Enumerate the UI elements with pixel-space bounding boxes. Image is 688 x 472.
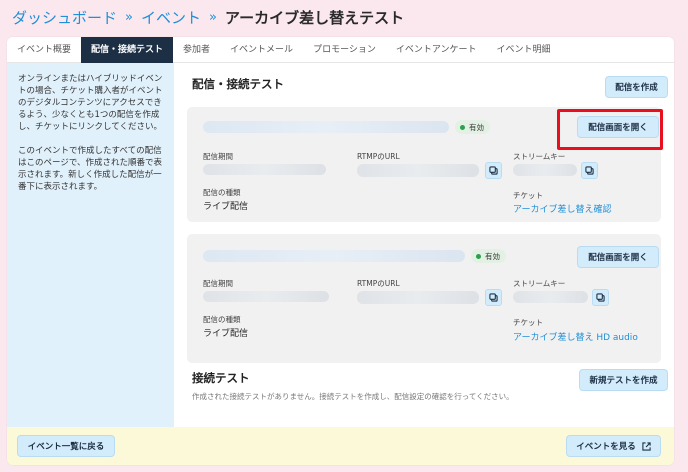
breadcrumb-event-link[interactable]: イベント (141, 7, 201, 28)
stream-type-label: 配信の種類 (203, 315, 241, 324)
status-badge: 有効 (455, 120, 490, 134)
tab-participants[interactable]: 参加者 (173, 37, 220, 63)
open-stream-button[interactable]: 配信画面を開く (577, 116, 659, 138)
status-dot (460, 124, 465, 130)
copy-stream-key-button[interactable] (592, 289, 609, 306)
tab-bar: イベント概要 配信・接続テスト 参加者 イベントメール プロモーション イベント… (7, 37, 674, 63)
stream-type-value: ライブ配信 (203, 329, 249, 339)
status-label: 有効 (485, 251, 500, 261)
tab-overview[interactable]: イベント概要 (7, 37, 81, 63)
ticket-link[interactable]: アーカイブ差し替え HD audio (513, 330, 638, 343)
breadcrumb-separator: » (125, 9, 133, 25)
connection-test-title: 接続テスト (192, 371, 250, 385)
copy-stream-key-button[interactable] (581, 162, 598, 179)
tab-statement[interactable]: イベント明細 (487, 37, 561, 63)
stream-title-blurred (203, 250, 465, 262)
tab-event-mail[interactable]: イベントメール (220, 37, 303, 63)
back-to-events-button[interactable]: イベント一覧に戻る (17, 435, 115, 457)
main-content: 配信・接続テスト 配信を作成 有効 配信画面を開く 配信期間 RTMPのURL … (174, 63, 674, 427)
copy-icon (585, 166, 594, 175)
breadcrumb-dashboard-link[interactable]: ダッシュボード (12, 7, 117, 28)
stream-type-value: ライブ配信 (203, 202, 249, 212)
status-dot (476, 253, 481, 259)
copy-icon (596, 293, 605, 302)
stream-type-label: 配信の種類 (203, 188, 241, 197)
tab-survey[interactable]: イベントアンケート (386, 37, 487, 63)
period-label: 配信期間 (203, 152, 233, 161)
status-label: 有効 (469, 122, 484, 132)
breadcrumb: ダッシュボード » イベント » アーカイブ差し替えテスト (12, 6, 404, 28)
open-stream-button[interactable]: 配信画面を開く (577, 246, 659, 268)
help-text: このイベントで作成したすべての配信はこのページで、作成された順番で表示されます。… (18, 146, 162, 192)
copy-icon (489, 293, 498, 302)
page-title: アーカイブ差し替えテスト (224, 8, 405, 27)
rtmp-url-blurred (357, 291, 479, 304)
tab-streaming[interactable]: 配信・接続テスト (81, 37, 174, 63)
copy-rtmp-button[interactable] (485, 289, 502, 306)
new-connection-test-button[interactable]: 新規テストを作成 (579, 369, 668, 391)
view-event-label: イベントを見る (576, 442, 636, 452)
connection-test-empty-message: 作成された接続テストがありません。接続テストを作成し、配信設定の確認を行ってくだ… (192, 392, 514, 401)
stream-key-blurred (513, 291, 588, 303)
stream-key-blurred (513, 164, 577, 176)
event-panel: イベント概要 配信・接続テスト 参加者 イベントメール プロモーション イベント… (7, 37, 674, 465)
stream-title-blurred (203, 121, 449, 133)
breadcrumb-separator: » (209, 9, 217, 25)
footer-bar: イベント一覧に戻る イベントを見る (7, 427, 674, 465)
period-value-blurred (203, 164, 326, 175)
rtmp-url-label: RTMPのURL (357, 152, 400, 161)
ticket-label: チケット (513, 318, 543, 327)
create-stream-button[interactable]: 配信を作成 (605, 76, 668, 98)
period-label: 配信期間 (203, 279, 233, 288)
status-badge: 有効 (471, 249, 506, 263)
streams-section-title: 配信・接続テスト (192, 77, 284, 91)
ticket-link[interactable]: アーカイブ差し替え確認 (513, 202, 611, 215)
help-sidebar: オンラインまたはハイブリッドイベントの場合、チケット購入者がイベントのデジタルコ… (7, 63, 174, 427)
tab-promotion[interactable]: プロモーション (303, 37, 386, 63)
stream-card: 有効 配信画面を開く 配信期間 RTMPのURL ストリームキー 配信の種類 ラ… (187, 234, 661, 363)
copy-rtmp-button[interactable] (485, 162, 502, 179)
stream-key-label: ストリームキー (513, 152, 566, 161)
help-text: オンラインまたはハイブリッドイベントの場合、チケット購入者がイベントのデジタルコ… (18, 74, 163, 132)
rtmp-url-label: RTMPのURL (357, 279, 400, 288)
copy-icon (489, 166, 498, 175)
period-value-blurred (203, 291, 329, 302)
ticket-label: チケット (513, 191, 543, 200)
stream-card: 有効 配信画面を開く 配信期間 RTMPのURL ストリームキー 配信の種類 ラ… (187, 107, 661, 222)
stream-key-label: ストリームキー (513, 279, 566, 288)
view-event-button[interactable]: イベントを見る (566, 435, 661, 457)
rtmp-url-blurred (357, 164, 479, 177)
external-link-icon (642, 441, 651, 451)
